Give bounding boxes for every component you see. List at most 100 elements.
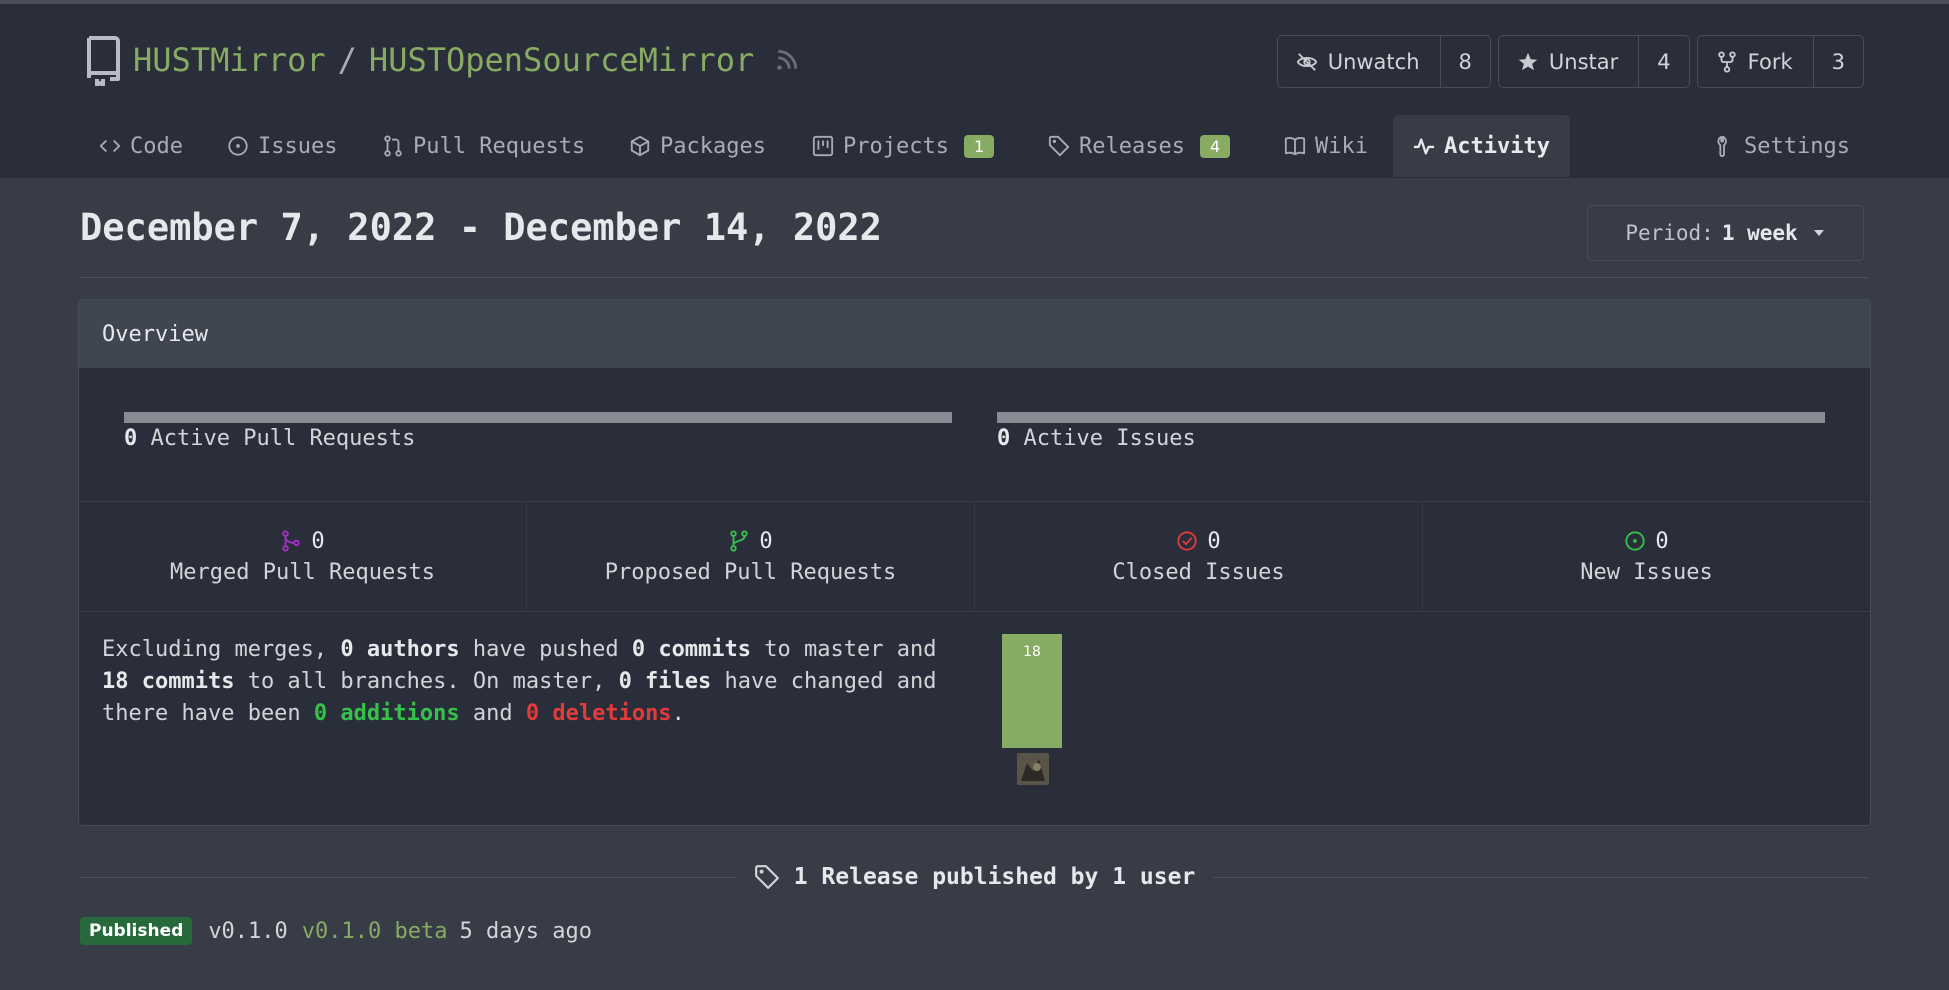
tab-code-label: Code [130,133,183,159]
stat-merged-prs[interactable]: 0 Merged Pull Requests [79,502,527,611]
releases-heading: 1 Release published by 1 user [80,864,1870,890]
eye-slash-icon [1296,52,1317,71]
repo-separator: / [337,41,357,79]
active-issues-link[interactable]: 0 Active Issues [997,426,1196,451]
closed-issues-label: Closed Issues [1112,559,1285,585]
overview-title: Overview [79,300,1870,368]
divider [80,277,1869,278]
tab-issues[interactable]: Issues [227,115,337,177]
tab-pull-requests[interactable]: Pull Requests [382,115,585,177]
unstar-button[interactable]: Unstar 4 [1497,35,1690,88]
releases-count-badge: 4 [1199,134,1231,158]
releases-heading-text: 1 Release published by 1 user [793,864,1196,890]
tab-settings[interactable]: Settings [1713,115,1850,177]
pulse-icon [1413,138,1435,155]
tab-activity[interactable]: Activity [1393,115,1570,177]
stat-proposed-prs[interactable]: 0 Proposed Pull Requests [527,502,975,611]
fork-label: Fork [1747,49,1793,74]
issue-closed-icon [1177,531,1197,551]
commit-bar[interactable]: 18 [1002,634,1062,748]
repo-owner-link[interactable]: HUSTMirror [133,41,326,79]
pull-request-icon [384,135,402,157]
active-prs-count: 0 [124,426,138,451]
closed-issues-count: 0 [1207,528,1221,554]
files-count: 0 files [618,669,712,694]
tab-wiki-label: Wiki [1315,133,1368,159]
published-badge: Published [80,917,193,945]
tab-packages[interactable]: Packages [629,115,766,177]
active-issues-count: 0 [997,426,1011,451]
tab-settings-label: Settings [1744,133,1850,159]
period-label: Period: [1625,221,1714,245]
active-prs-link[interactable]: 0 Active Pull Requests [124,426,415,451]
caret-down-icon [1813,230,1824,236]
fork-icon [1717,50,1736,73]
new-issues-count: 0 [1655,528,1669,554]
new-issues-label: New Issues [1580,559,1713,585]
star-count[interactable]: 4 [1638,36,1688,87]
repo-title: HUSTMirror / HUSTOpenSourceMirror [83,34,800,86]
release-version: v0.1.0 [208,918,288,944]
tab-packages-label: Packages [660,133,766,159]
all-commits-count: 18 commits [102,669,235,694]
active-issues-label: Active Issues [1023,426,1196,451]
tab-projects[interactable]: Projects 1 [812,115,995,177]
period-dropdown[interactable]: Period: 1 week [1587,205,1864,261]
period-value: 1 week [1721,221,1798,245]
avatar-image [1017,753,1049,785]
repo-actions: Unwatch 8 Unstar 4 Fork 3 [1276,35,1864,88]
projects-count-badge: 1 [963,134,995,158]
commit-summary: Excluding merges, 0 authors have pushed … [102,637,937,726]
watch-count[interactable]: 8 [1439,36,1490,87]
activity-date-range: December 7, 2022 - December 14, 2022 [80,206,882,249]
tab-releases[interactable]: Releases 4 [1048,115,1231,177]
tab-activity-label: Activity [1444,133,1550,159]
unwatch-label: Unwatch [1327,49,1420,74]
overview-stats: 0 Merged Pull Requests 0 Proposed Pull R… [79,501,1870,612]
tab-projects-label: Projects [843,133,949,159]
code-icon [99,139,121,153]
rss-icon[interactable] [774,47,800,73]
stat-new-issues[interactable]: 0 New Issues [1423,502,1870,611]
stat-closed-issues[interactable]: 0 Closed Issues [975,502,1423,611]
merged-prs-count: 0 [311,528,325,554]
issue-open-icon [1625,531,1645,551]
project-icon [812,135,834,157]
repo-header: HUSTMirror / HUSTOpenSourceMirror Unwatc… [0,4,1949,178]
tool-icon [1717,135,1727,157]
unstar-label: Unstar [1548,49,1619,74]
tab-releases-label: Releases [1079,133,1185,159]
repo-icon [87,36,120,86]
proposed-prs-count: 0 [759,528,773,554]
tab-pull-requests-label: Pull Requests [413,133,586,159]
avatar[interactable] [1017,753,1049,785]
tab-issues-label: Issues [258,133,338,159]
book-icon [1284,137,1306,156]
repo-name-link[interactable]: HUSTOpenSourceMirror [369,41,754,79]
additions-count: 0 additions [313,701,460,726]
authors-count: 0 authors [340,637,460,662]
tag-icon [1048,135,1070,157]
star-icon [1518,52,1538,70]
tab-code[interactable]: Code [99,115,183,177]
proposed-prs-label: Proposed Pull Requests [604,559,897,585]
branch-icon [730,530,749,552]
merged-prs-label: Merged Pull Requests [170,559,435,585]
fork-count[interactable]: 3 [1812,36,1863,87]
active-prs-bar [124,412,952,423]
tag-icon [754,865,779,889]
commit-bar-value: 18 [1023,644,1041,660]
repo-tabs: Code Issues Pull Requests Packages Proje… [82,115,1867,177]
release-item: Published v0.1.0 v0.1.0 beta 5 days ago [80,917,592,945]
active-issues-bar [997,412,1825,423]
merge-icon [282,530,301,552]
tab-wiki[interactable]: Wiki [1284,115,1368,177]
fork-button[interactable]: Fork 3 [1696,35,1864,88]
package-icon [630,135,650,157]
overview-panel: Overview 0 Active Pull Requests 0 Active… [78,299,1871,826]
issue-icon [228,136,248,156]
release-time: 5 days ago [459,918,592,944]
release-title-link[interactable]: v0.1.0 beta [302,919,448,944]
unwatch-button[interactable]: Unwatch 8 [1276,35,1491,88]
deletions-count: 0 deletions [525,701,672,726]
